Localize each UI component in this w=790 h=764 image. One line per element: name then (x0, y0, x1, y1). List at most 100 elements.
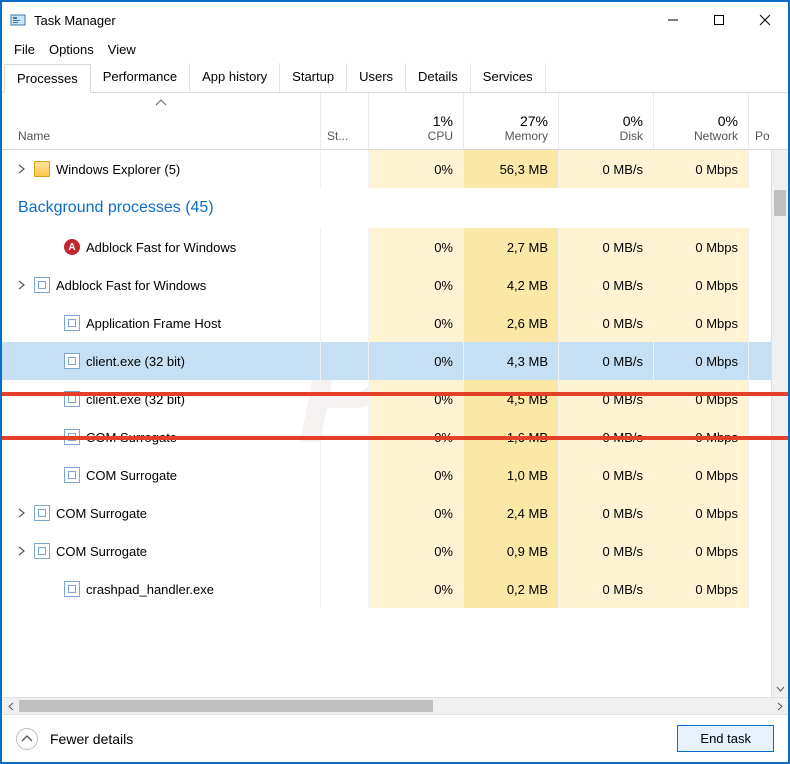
col-disk[interactable]: 0% Disk (559, 93, 654, 149)
cell-network: 0 Mbps (654, 494, 749, 532)
cell-network: 0 Mbps (654, 342, 749, 380)
cell-memory: 1,0 MB (464, 456, 559, 494)
table-row[interactable]: Windows Explorer (5)0%56,3 MB0 MB/s0 Mbp… (2, 150, 788, 188)
maximize-button[interactable] (696, 2, 742, 38)
process-name: Windows Explorer (5) (56, 162, 180, 177)
disk-percent: 0% (623, 113, 643, 129)
process-name: COM Surrogate (86, 430, 177, 445)
folder-icon (34, 161, 50, 177)
menubar: File Options View (2, 38, 788, 63)
process-name: Application Frame Host (86, 316, 221, 331)
col-cpu[interactable]: 1% CPU (369, 93, 464, 149)
memory-label: Memory (505, 129, 548, 143)
adblock-icon (64, 239, 80, 255)
table-row[interactable]: Application Frame Host0%2,6 MB0 MB/s0 Mb… (2, 304, 788, 342)
col-status[interactable]: St... (321, 93, 369, 149)
cell-memory: 1,6 MB (464, 418, 559, 456)
cell-network: 0 Mbps (654, 532, 749, 570)
tab-services[interactable]: Services (471, 63, 546, 92)
scroll-down-icon[interactable] (772, 680, 788, 697)
sort-indicator-icon (155, 99, 167, 106)
app-icon (10, 12, 26, 28)
tab-app-history[interactable]: App history (190, 63, 280, 92)
process-name: COM Surrogate (86, 468, 177, 483)
table-row[interactable]: Adblock Fast for Windows0%4,2 MB0 MB/s0 … (2, 266, 788, 304)
cell-cpu: 0% (369, 228, 464, 266)
table-row[interactable]: COM Surrogate0%2,4 MB0 MB/s0 Mbps (2, 494, 788, 532)
table-row[interactable]: COM Surrogate0%0,9 MB0 MB/s0 Mbps (2, 532, 788, 570)
process-icon (64, 353, 80, 369)
table-row[interactable]: COM Surrogate0%1,6 MB0 MB/s0 Mbps (2, 418, 788, 456)
chevron-up-icon (21, 735, 33, 743)
col-network[interactable]: 0% Network (654, 93, 749, 149)
cell-memory: 4,2 MB (464, 266, 559, 304)
cell-memory: 2,6 MB (464, 304, 559, 342)
tab-performance[interactable]: Performance (91, 63, 190, 92)
cell-memory: 2,7 MB (464, 228, 559, 266)
minimize-button[interactable] (650, 2, 696, 38)
cell-cpu: 0% (369, 494, 464, 532)
table-row[interactable]: client.exe (32 bit)0%4,3 MB0 MB/s0 Mbps (2, 342, 788, 380)
memory-percent: 27% (520, 113, 548, 129)
cell-disk: 0 MB/s (559, 456, 654, 494)
process-name: client.exe (32 bit) (86, 392, 185, 407)
group-background-processes: Background processes (45) (2, 188, 788, 228)
disk-label: Disk (620, 129, 643, 143)
table-row[interactable]: crashpad_handler.exe0%0,2 MB0 MB/s0 Mbps (2, 570, 788, 608)
window-controls (650, 2, 788, 38)
fewer-details-label[interactable]: Fewer details (50, 731, 665, 747)
scrollbar-thumb[interactable] (19, 700, 433, 712)
scroll-left-icon[interactable] (2, 702, 19, 711)
task-manager-window: Task Manager File Options View Processes… (0, 0, 790, 764)
scrollbar-track[interactable] (19, 698, 771, 714)
process-name: crashpad_handler.exe (86, 582, 214, 597)
tab-startup[interactable]: Startup (280, 63, 347, 92)
close-button[interactable] (742, 2, 788, 38)
table-row[interactable]: Adblock Fast for Windows0%2,7 MB0 MB/s0 … (2, 228, 788, 266)
expand-icon[interactable] (14, 508, 28, 518)
process-icon (64, 429, 80, 445)
cell-network: 0 Mbps (654, 380, 749, 418)
horizontal-scrollbar[interactable] (2, 697, 788, 714)
col-status-label: St... (327, 129, 348, 143)
table-header: Name St... 1% CPU 27% Memory 0% Disk 0% … (2, 93, 788, 150)
scroll-right-icon[interactable] (771, 702, 788, 711)
tab-details[interactable]: Details (406, 63, 471, 92)
cell-network: 0 Mbps (654, 456, 749, 494)
cpu-percent: 1% (433, 113, 453, 129)
col-memory[interactable]: 27% Memory (464, 93, 559, 149)
expand-icon[interactable] (14, 164, 28, 174)
table-row[interactable]: client.exe (32 bit)0%4,5 MB0 MB/s0 Mbps (2, 380, 788, 418)
end-task-button[interactable]: End task (677, 725, 774, 752)
network-percent: 0% (718, 113, 738, 129)
cell-cpu: 0% (369, 342, 464, 380)
process-name: client.exe (32 bit) (86, 354, 185, 369)
cell-network: 0 Mbps (654, 266, 749, 304)
tab-users[interactable]: Users (347, 63, 406, 92)
tab-processes[interactable]: Processes (4, 64, 91, 93)
col-name[interactable]: Name (2, 93, 321, 149)
table-body: Windows Explorer (5)0%56,3 MB0 MB/s0 Mbp… (2, 150, 788, 697)
expand-icon[interactable] (14, 280, 28, 290)
menu-file[interactable]: File (8, 40, 41, 59)
col-power[interactable]: Po (749, 93, 788, 149)
cell-cpu: 0% (369, 380, 464, 418)
fewer-details-button[interactable] (16, 728, 38, 750)
process-name: Adblock Fast for Windows (86, 240, 236, 255)
cell-network: 0 Mbps (654, 228, 749, 266)
cell-memory: 56,3 MB (464, 150, 559, 188)
scrollbar-thumb[interactable] (774, 190, 786, 216)
expand-icon[interactable] (14, 546, 28, 556)
vertical-scrollbar[interactable] (771, 150, 788, 697)
process-icon (64, 581, 80, 597)
process-icon (64, 467, 80, 483)
process-name: Adblock Fast for Windows (56, 278, 206, 293)
cell-disk: 0 MB/s (559, 342, 654, 380)
process-icon (34, 505, 50, 521)
process-name: COM Surrogate (56, 506, 147, 521)
menu-options[interactable]: Options (43, 40, 100, 59)
table-row[interactable]: COM Surrogate0%1,0 MB0 MB/s0 Mbps (2, 456, 788, 494)
footer: Fewer details End task (2, 714, 788, 762)
cell-cpu: 0% (369, 266, 464, 304)
menu-view[interactable]: View (102, 40, 142, 59)
